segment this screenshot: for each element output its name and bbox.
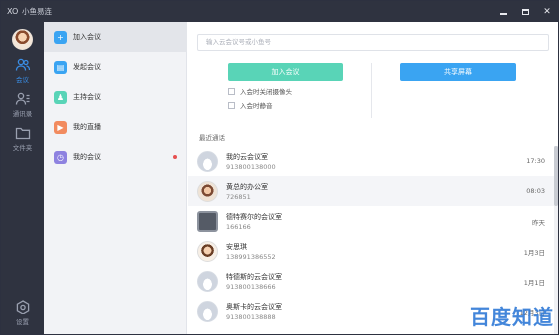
call-time: 08:03 bbox=[526, 187, 545, 195]
option-camera-off[interactable]: 入会时关闭摄像头 bbox=[228, 86, 292, 96]
call-time: 1月3日 bbox=[523, 249, 545, 257]
contact-name: 我的云会议室 bbox=[226, 153, 268, 161]
minimize-button[interactable] bbox=[498, 7, 508, 17]
rail-item-settings[interactable]: 设置 bbox=[1, 300, 44, 326]
option-label: 入会时关闭摄像头 bbox=[240, 88, 292, 96]
recent-calls-list: 我的云会议室 913800138000 17:30 黄总的办公室 726851 … bbox=[188, 146, 558, 326]
menu-item-label: 加入会议 bbox=[73, 33, 101, 41]
share-screen-button[interactable]: 共享屏幕 bbox=[400, 63, 516, 81]
contact-name: 德特赛尔的会议室 bbox=[226, 213, 282, 221]
plus-icon: + bbox=[54, 30, 67, 44]
list-item[interactable]: 特德斯的云会议室 913800138666 1月1日 bbox=[188, 266, 558, 296]
maximize-button[interactable] bbox=[520, 7, 530, 17]
contact-number: 166166 bbox=[226, 223, 251, 231]
title-bar: XO 小鱼易连 ✕ bbox=[1, 1, 558, 22]
checkbox[interactable] bbox=[228, 87, 235, 95]
call-time: 昨天 bbox=[532, 219, 545, 227]
contact-name: 特德斯的云会议室 bbox=[226, 273, 282, 281]
call-time: 1月1日 bbox=[523, 279, 545, 287]
app-window: XO 小鱼易连 ✕ 会议 通讯录 文件夹 设置 + 加入会议 ▤ 发起会议 ♟ … bbox=[0, 0, 559, 335]
gear-icon bbox=[16, 300, 29, 314]
meeting-id-input[interactable]: 输入云会议号或小鱼号 bbox=[197, 34, 549, 51]
list-item[interactable]: 安思琪 138991386552 1月3日 bbox=[188, 236, 558, 266]
contact-number: 913800138888 bbox=[226, 313, 276, 321]
menu-item-live[interactable]: ▶ 我的直播 bbox=[44, 112, 187, 142]
meeting-menu: + 加入会议 ▤ 发起会议 ♟ 主持会议 ▶ 我的直播 ◷ 我的会议 bbox=[44, 22, 187, 334]
watermark: 百度知道 bbox=[470, 305, 554, 329]
window-controls: ✕ bbox=[498, 1, 552, 22]
contact-name: 安思琪 bbox=[226, 243, 247, 251]
list-scrollbar[interactable] bbox=[554, 146, 558, 334]
close-button[interactable]: ✕ bbox=[542, 7, 552, 17]
divider bbox=[371, 63, 372, 118]
nav-rail: 会议 通讯录 文件夹 设置 bbox=[1, 22, 44, 334]
main-panel: 输入云会议号或小鱼号 加入会议 共享屏幕 入会时关闭摄像头 入会时静音 最近通话… bbox=[188, 22, 558, 334]
rail-label: 文件夹 bbox=[12, 144, 33, 152]
menu-item-my-meetings[interactable]: ◷ 我的会议 bbox=[44, 142, 187, 172]
menu-item-join[interactable]: + 加入会议 bbox=[44, 22, 187, 52]
cloud-avatar-icon bbox=[197, 271, 218, 292]
host-icon: ♟ bbox=[54, 90, 67, 104]
list-item[interactable]: 德特赛尔的会议室 166166 昨天 bbox=[188, 206, 558, 236]
close-icon: ✕ bbox=[543, 6, 551, 17]
people-icon bbox=[15, 58, 30, 71]
option-label: 入会时静音 bbox=[240, 102, 273, 110]
menu-item-start[interactable]: ▤ 发起会议 bbox=[44, 52, 187, 82]
recent-calls-title: 最近通话 bbox=[199, 134, 225, 142]
minimize-icon bbox=[499, 12, 507, 15]
maximize-icon bbox=[521, 8, 529, 15]
compose-icon: ▤ bbox=[54, 60, 67, 74]
call-time: 17:30 bbox=[526, 157, 545, 165]
live-icon: ▶ bbox=[54, 120, 67, 134]
contact-number: 726851 bbox=[226, 193, 251, 201]
rail-item-folder[interactable]: 文件夹 bbox=[1, 126, 44, 152]
list-item[interactable]: 我的云会议室 913800138000 17:30 bbox=[188, 146, 558, 176]
cloud-avatar-icon bbox=[197, 301, 218, 322]
contact-name: 黄总的办公室 bbox=[226, 183, 268, 191]
notification-dot bbox=[173, 155, 177, 159]
window-title: 小鱼易连 bbox=[22, 7, 52, 16]
folder-icon bbox=[15, 127, 30, 140]
menu-item-label: 我的会议 bbox=[73, 153, 101, 161]
list-item[interactable]: 黄总的办公室 726851 08:03 bbox=[188, 176, 558, 206]
rail-item-meeting[interactable]: 会议 bbox=[1, 58, 44, 84]
rail-label: 通讯录 bbox=[12, 110, 33, 118]
clock-icon: ◷ bbox=[54, 150, 67, 164]
contact-name: 奥斯卡的云会议室 bbox=[226, 303, 282, 311]
cloud-avatar-icon bbox=[197, 151, 218, 172]
join-meeting-button[interactable]: 加入会议 bbox=[228, 63, 343, 81]
app-logo: XO bbox=[7, 6, 19, 16]
menu-item-label: 我的直播 bbox=[73, 123, 101, 131]
rail-item-contacts[interactable]: 通讯录 bbox=[1, 92, 44, 118]
option-mute[interactable]: 入会时静音 bbox=[228, 100, 273, 110]
menu-item-host[interactable]: ♟ 主持会议 bbox=[44, 82, 187, 112]
avatar bbox=[197, 241, 218, 262]
checkbox[interactable] bbox=[228, 101, 235, 109]
contact-number: 138991386552 bbox=[226, 253, 276, 261]
avatar bbox=[197, 181, 218, 202]
menu-item-label: 主持会议 bbox=[73, 93, 101, 101]
contacts-icon bbox=[15, 92, 29, 105]
rail-label: 设置 bbox=[16, 318, 29, 326]
menu-item-label: 发起会议 bbox=[73, 63, 101, 71]
tv-device-icon bbox=[197, 211, 218, 232]
scroll-thumb[interactable] bbox=[554, 146, 558, 206]
contact-number: 913800138666 bbox=[226, 283, 276, 291]
rail-label: 会议 bbox=[16, 76, 29, 84]
contact-number: 913800138000 bbox=[226, 163, 276, 171]
user-avatar[interactable] bbox=[12, 29, 33, 50]
